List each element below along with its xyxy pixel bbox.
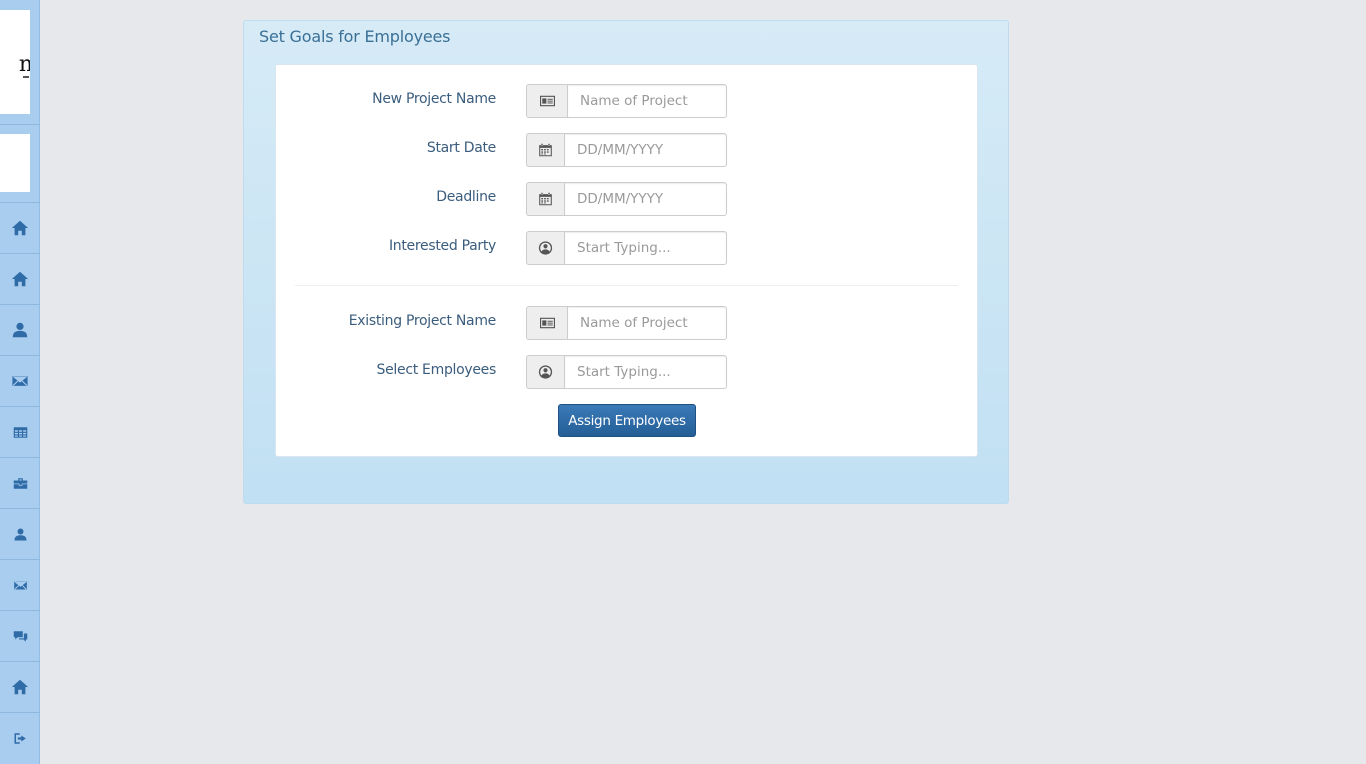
form-row-deadline: Deadline <box>276 182 977 216</box>
deadline-addon <box>526 182 564 216</box>
deadline-label: Deadline <box>436 189 496 205</box>
sidebar-item-logout[interactable] <box>0 712 40 763</box>
goals-form: New Project Name Start Date Deadline <box>275 64 978 457</box>
form-divider <box>295 285 958 286</box>
sidebar-nav <box>0 202 40 763</box>
form-row-start-date: Start Date <box>276 133 977 167</box>
logo-subtext-mark <box>23 76 29 78</box>
sidebar: n <box>0 0 40 764</box>
user-icon <box>13 527 28 542</box>
sidebar-item-mail[interactable] <box>0 559 40 610</box>
start-date-addon <box>526 133 564 167</box>
select-employees-input-group <box>526 355 727 389</box>
logo-text: n <box>18 52 30 77</box>
panel-title: Set Goals for Employees <box>259 27 451 46</box>
sidebar-item-messages[interactable] <box>0 355 40 406</box>
existing-project-addon <box>526 306 567 340</box>
sidebar-item-profile[interactable] <box>0 304 40 355</box>
new-project-addon <box>526 84 567 118</box>
sidebar-item-home[interactable] <box>0 202 40 253</box>
form-row-new-project: New Project Name <box>276 84 977 118</box>
sidebar-item-table[interactable] <box>0 406 40 457</box>
new-project-label: New Project Name <box>372 91 496 107</box>
existing-project-input[interactable] <box>567 306 727 340</box>
id-card-icon <box>540 316 555 330</box>
home-icon <box>11 270 29 288</box>
form-row-select-employees: Select Employees <box>276 355 977 389</box>
start-date-input-group <box>526 133 727 167</box>
profile-picture[interactable] <box>0 134 30 192</box>
start-date-label: Start Date <box>426 140 496 156</box>
sidebar-item-projects[interactable] <box>0 457 40 508</box>
user-icon <box>11 321 29 339</box>
sidebar-item-user[interactable] <box>0 508 40 559</box>
form-row-existing-project: Existing Project Name <box>276 306 977 340</box>
start-date-input[interactable] <box>564 133 727 167</box>
user-circle-icon <box>538 365 553 379</box>
assign-employees-button[interactable]: Assign Employees <box>558 404 696 437</box>
set-goals-panel: Set Goals for Employees New Project Name… <box>243 20 1009 504</box>
new-project-input-group <box>526 84 727 118</box>
select-employees-label: Select Employees <box>376 362 497 378</box>
home-icon <box>11 219 29 237</box>
user-circle-icon <box>538 241 553 255</box>
existing-project-label: Existing Project Name <box>348 313 497 329</box>
interested-party-input[interactable] <box>564 231 727 265</box>
envelope-icon <box>11 372 29 390</box>
select-employees-input[interactable] <box>564 355 727 389</box>
home-icon <box>11 678 29 696</box>
sidebar-divider <box>0 124 40 125</box>
sign-out-icon <box>13 731 28 746</box>
envelope-icon <box>13 578 28 593</box>
id-card-icon <box>540 94 555 108</box>
interested-party-addon <box>526 231 564 265</box>
select-employees-addon <box>526 355 564 389</box>
comments-icon <box>13 629 28 644</box>
deadline-input-group <box>526 182 727 216</box>
briefcase-icon <box>13 476 28 491</box>
new-project-input[interactable] <box>567 84 727 118</box>
form-row-interested-party: Interested Party <box>276 231 977 265</box>
logo[interactable]: n <box>0 10 30 114</box>
calendar-icon <box>538 143 553 157</box>
interested-party-label: Interested Party <box>388 238 496 254</box>
table-icon <box>13 425 28 440</box>
existing-project-input-group <box>526 306 727 340</box>
sidebar-item-home-3[interactable] <box>0 661 40 712</box>
deadline-input[interactable] <box>564 182 727 216</box>
sidebar-item-home-2[interactable] <box>0 253 40 304</box>
sidebar-item-chat[interactable] <box>0 610 40 661</box>
calendar-icon <box>538 192 553 206</box>
interested-party-input-group <box>526 231 727 265</box>
